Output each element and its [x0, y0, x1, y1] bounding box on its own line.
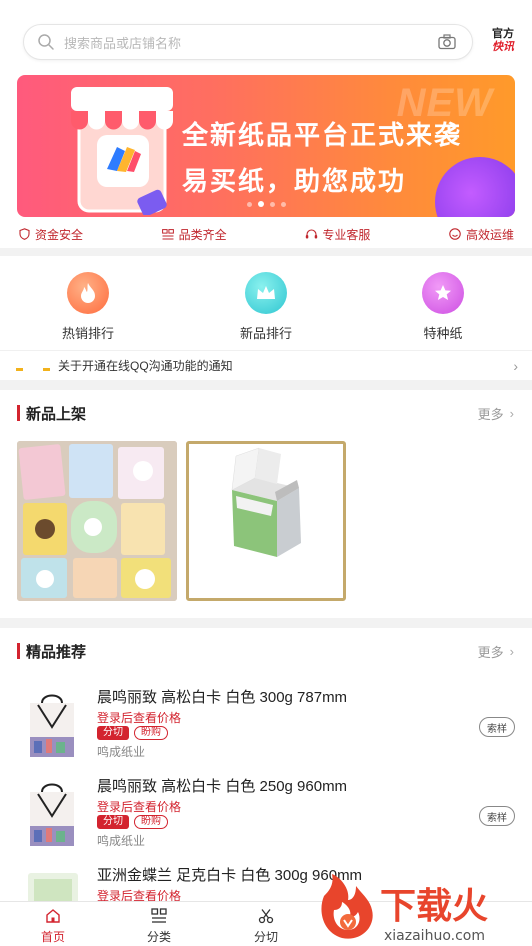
notice-tag: [16, 358, 50, 374]
category-special-paper[interactable]: 特种纸: [393, 272, 493, 342]
smile-icon: [449, 228, 462, 241]
xiazaihuo-watermark-logo: 下载火 xiazaihuo.com: [321, 874, 488, 944]
banner-section: NEW 全新纸品平台正式来袭 易买纸，助您成功 资金安全 品类齐全 专业客服 高…: [0, 70, 532, 248]
home-icon: [23, 906, 83, 926]
category-hot-ranking[interactable]: 热销排行: [38, 272, 138, 342]
cut-tag: 分切: [97, 815, 129, 829]
banner-dot[interactable]: [280, 201, 286, 207]
product-thumbnail: [30, 783, 74, 846]
category-section: 热销排行 新品排行 特种纸 关于开通在线QQ沟通功能的通知 ›: [0, 256, 532, 380]
feature-label: 专业客服: [322, 227, 371, 242]
product-tags: 分切 盼购: [97, 726, 168, 740]
tab-home[interactable]: 首页: [23, 906, 83, 945]
search-bar[interactable]: 搜索商品或店铺名称: [23, 24, 473, 60]
category-label: 新品排行: [239, 326, 292, 341]
scissors-icon: [236, 906, 296, 926]
feature-item: 高效运维: [449, 223, 514, 245]
watermark-url: xiazaihuo.com: [384, 928, 485, 944]
product-image: [17, 441, 177, 601]
new-product-card[interactable]: [186, 441, 346, 601]
shield-icon: [18, 228, 31, 241]
presale-tag: 盼购: [134, 726, 168, 740]
banner-dot[interactable]: [269, 201, 275, 207]
feature-label: 品类齐全: [178, 227, 227, 242]
star-icon: [422, 272, 464, 314]
top-header: 搜索商品或店铺名称 官方 快讯: [0, 0, 532, 70]
product-list-item[interactable]: 晨鸣丽致 高松白卡 白色 250g 960mm 登录后查看价格 分切 盼购 鸣成…: [0, 774, 532, 862]
seller-name[interactable]: 鸣成纸业: [97, 743, 145, 760]
feature-label: 资金安全: [35, 227, 84, 242]
product-image: [189, 444, 343, 598]
feature-item: 资金安全: [18, 223, 83, 245]
product-tags: 分切 盼购: [97, 815, 168, 829]
request-sample-button[interactable]: 索样: [479, 717, 515, 737]
banner-decoration: [435, 157, 515, 217]
official-news-button[interactable]: 官方 快讯: [488, 28, 518, 54]
recommended-section: 精品推荐 更多 › 晨鸣丽致 高松白卡 白色 300g 787mm 登录后查看价…: [0, 628, 532, 913]
crown-icon: [245, 272, 287, 314]
notice-bar[interactable]: 关于开通在线QQ沟通功能的通知 ›: [0, 350, 532, 380]
recommended-header: 精品推荐 更多 ›: [0, 628, 532, 674]
notice-text: 关于开通在线QQ沟通功能的通知: [58, 359, 233, 373]
banner-headline-1: 全新纸品平台正式来袭: [182, 120, 463, 150]
product-list-item[interactable]: 晨鸣丽致 高松白卡 白色 300g 787mm 登录后查看价格 分切 盼购 鸣成…: [0, 685, 532, 773]
more-link[interactable]: 更多: [478, 404, 504, 423]
new-product-card[interactable]: [17, 441, 177, 601]
tab-category[interactable]: 分类: [129, 906, 189, 945]
feature-item: 专业客服: [305, 223, 370, 245]
banner-headline-2: 易买纸，助您成功: [182, 166, 407, 196]
flame-icon: [67, 272, 109, 314]
feature-label: 高效运维: [465, 227, 514, 242]
category-label: 特种纸: [423, 326, 463, 341]
section-accent-bar: [17, 405, 20, 421]
login-to-view-price[interactable]: 登录后查看价格: [97, 709, 181, 726]
tab-label: 首页: [40, 930, 65, 944]
product-name: 晨鸣丽致 高松白卡 白色 300g 787mm: [97, 689, 348, 706]
login-to-view-price[interactable]: 登录后查看价格: [97, 798, 181, 815]
new-products-section: 新品上架 更多 ›: [0, 390, 532, 618]
tab-label: 分切: [253, 930, 278, 944]
product-name: 晨鸣丽致 高松白卡 白色 250g 960mm: [97, 778, 348, 795]
section-title: 新品上架: [26, 405, 87, 423]
official-news-line1: 官方: [492, 28, 514, 40]
cut-tag: 分切: [97, 726, 129, 740]
headset-icon: [305, 228, 318, 241]
banner-dot-active[interactable]: [257, 201, 264, 207]
category-new-ranking[interactable]: 新品排行: [216, 272, 316, 342]
banner-dot[interactable]: [246, 201, 252, 207]
chevron-right-icon[interactable]: ›: [510, 644, 514, 659]
storefront-illustration: [71, 87, 173, 215]
feature-strip: 资金安全 品类齐全 专业客服 高效运维: [0, 223, 532, 245]
chevron-right-icon: ›: [513, 357, 518, 374]
grid-icon: [162, 228, 175, 241]
watermark-brand: 下载火: [380, 886, 488, 927]
search-icon: [36, 32, 56, 52]
search-input[interactable]: 搜索商品或店铺名称: [64, 33, 436, 52]
presale-tag: 盼购: [134, 815, 168, 829]
category-icon: [129, 906, 189, 926]
chevron-right-icon[interactable]: ›: [510, 406, 514, 421]
promo-banner[interactable]: NEW 全新纸品平台正式来袭 易买纸，助您成功: [17, 75, 515, 217]
tab-label: 分类: [146, 930, 171, 944]
section-title: 精品推荐: [26, 643, 87, 661]
category-label: 热销排行: [61, 326, 114, 341]
new-products-header: 新品上架 更多 ›: [0, 390, 532, 436]
section-accent-bar: [17, 643, 20, 659]
request-sample-button[interactable]: 索样: [479, 806, 515, 826]
more-link[interactable]: 更多: [478, 642, 504, 661]
banner-pagination: [17, 201, 515, 207]
tab-cutting[interactable]: 分切: [236, 906, 296, 945]
seller-name[interactable]: 鸣成纸业: [97, 832, 145, 849]
camera-icon[interactable]: [436, 32, 458, 52]
official-news-line2: 快讯: [492, 41, 514, 53]
product-thumbnail: [30, 694, 74, 757]
feature-item: 品类齐全: [162, 223, 227, 245]
